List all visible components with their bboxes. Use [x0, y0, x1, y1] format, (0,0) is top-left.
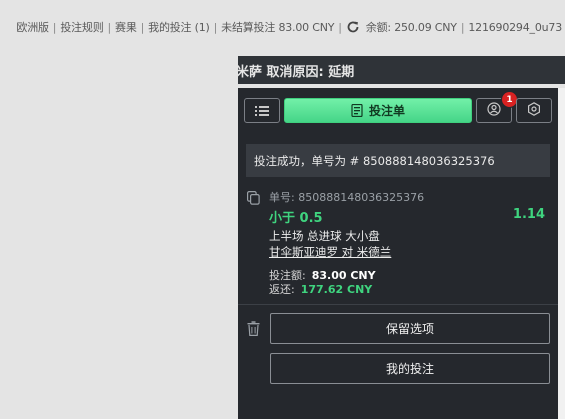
ticket-number: 单号: 850888148036325376 [269, 191, 425, 204]
keep-selections-button[interactable]: 保留选项 [270, 313, 550, 344]
separator: | [338, 20, 342, 34]
results-link[interactable]: 赛果 [112, 19, 140, 35]
my-bets-button[interactable]: 我的投注 [270, 353, 550, 384]
betslip-icon [351, 103, 363, 118]
list-icon [255, 101, 269, 120]
my-bets-link[interactable]: 我的投注 (1) [145, 19, 212, 35]
top-bar: 欧洲版 | 投注规则 | 赛果 | 我的投注 (1) | 未结算投注 83.00… [0, 17, 565, 37]
settings-button[interactable] [516, 98, 552, 123]
bet-market: 上半场 总进球 大小盘 [269, 229, 380, 243]
copy-icon[interactable] [247, 190, 260, 205]
refresh-icon[interactable] [346, 20, 360, 34]
account-id[interactable]: 121690294_0u73 [465, 21, 565, 34]
trash-icon[interactable] [247, 321, 260, 336]
odds-format-link[interactable]: 欧洲版 [13, 19, 51, 35]
bet-success-message: 投注成功，单号为 # 850888148036325376 [246, 144, 550, 177]
balance-text: 余额: 250.09 CNY [365, 21, 457, 34]
bet-match-link[interactable]: 甘伞斯亚迪罗 对 米德兰 [269, 244, 391, 260]
account-icon [487, 101, 501, 120]
betslip-toolbar: 投注单 1 [244, 91, 554, 125]
return-label: 返还: [269, 283, 295, 296]
betting-rules-link[interactable]: 投注规则 [57, 19, 106, 35]
settings-icon [527, 101, 541, 120]
bet-odds: 1.14 [512, 207, 545, 222]
return-value: 177.62 CNY [300, 283, 373, 296]
bet-card: 单号: 850888148036325376 小于 0.5 1.14 上半场 总… [238, 186, 558, 302]
betslip-label: 投注单 [368, 104, 405, 118]
scrollbar-track[interactable] [558, 88, 565, 419]
betslip-tab-button[interactable]: 投注单 [284, 98, 472, 123]
list-button[interactable] [244, 98, 280, 123]
divider [238, 304, 558, 305]
betslip-panel: 投注单 1 投注成功，单号为 # 850888148036325376 单号: … [238, 88, 558, 419]
unsettled-bets-link[interactable]: 未结算投注 83.00 CNY [218, 19, 337, 35]
bet-selection: 小于 0.5 [269, 211, 323, 226]
return-row: 返还: 177.62 CNY [269, 281, 372, 297]
cancellation-banner: 米萨 取消原因: 延期 [238, 56, 565, 84]
